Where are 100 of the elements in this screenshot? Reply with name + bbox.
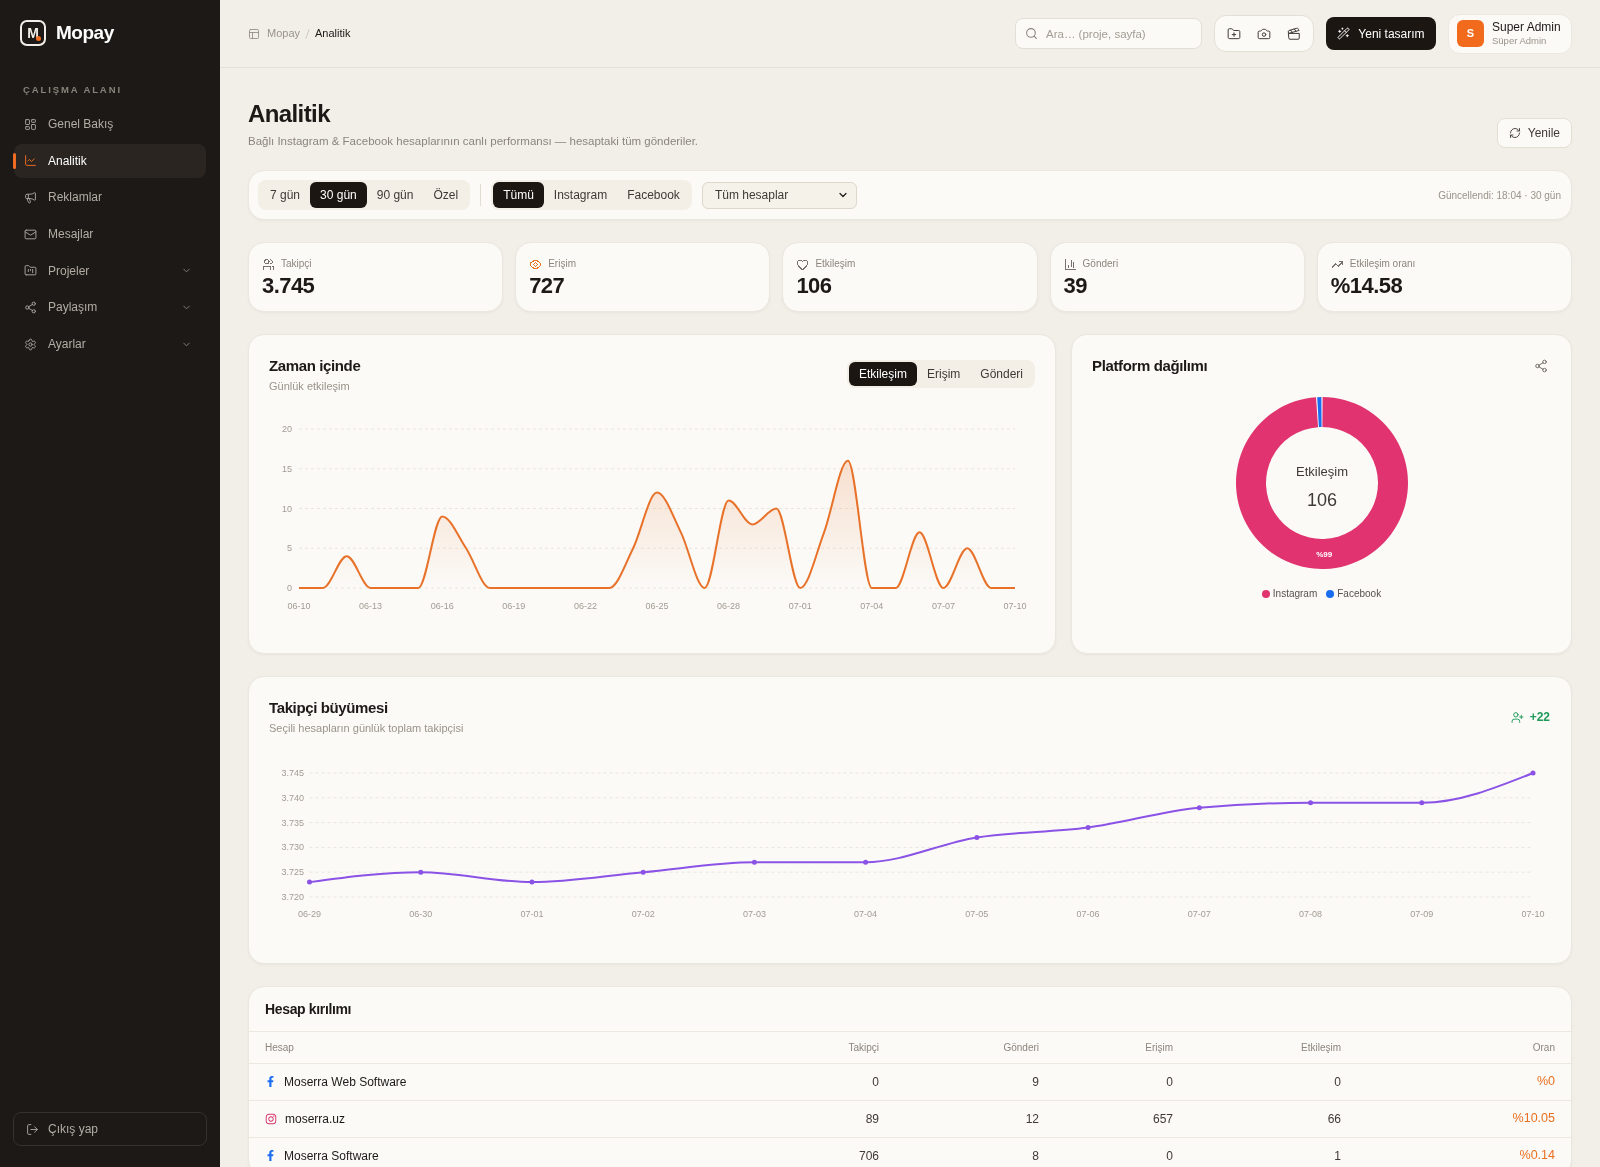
data-point — [529, 879, 535, 885]
axis-label: 07-05 — [965, 909, 989, 919]
growth-value: +22 — [1529, 709, 1550, 726]
metric-tab[interactable]: Gönderi — [970, 362, 1033, 386]
card-title: Takipçi büyümesi — [269, 698, 389, 718]
table-cell: 706 — [665, 1137, 879, 1167]
range-tab[interactable]: 90 gün — [366, 182, 424, 208]
logout-icon — [26, 1122, 39, 1136]
axis-label: 06-29 — [298, 909, 321, 919]
slice-label: %99 — [1315, 549, 1332, 559]
sidebar-item[interactable]: Reklamlar — [14, 180, 206, 215]
axis-label: 06-28 — [717, 601, 741, 611]
mail-icon — [24, 227, 37, 241]
refresh-icon — [1508, 127, 1521, 139]
user-menu[interactable]: S Super Admin Süper Admin — [1448, 13, 1572, 54]
table-cell: 12 — [879, 1100, 1039, 1137]
search-field[interactable]: Ara… (proje, sayfa) — [1015, 18, 1202, 49]
table-cell: 8 — [879, 1137, 1039, 1167]
platform-tab[interactable]: Tümü — [493, 182, 544, 208]
axis-label: 07-10 — [1521, 909, 1545, 919]
data-point — [974, 835, 980, 840]
account-name: Moserra Software — [284, 1147, 379, 1165]
sidebar-item[interactable]: Analitik — [14, 143, 206, 178]
axis-label: 15 — [282, 463, 292, 474]
axis-label: 07-06 — [1076, 909, 1100, 919]
sidebar-item[interactable]: Projeler — [14, 253, 206, 288]
sidebar-item[interactable]: Ayarlar — [14, 327, 206, 362]
platform-tab[interactable]: Facebook — [617, 182, 690, 208]
page-subtitle: Bağlı Instagram & Facebook hesaplarının canlı performansı — hesaptaki tüm gönderiler. — [248, 134, 699, 149]
sidebar-item[interactable]: Paylaşım — [14, 290, 206, 325]
folder-icon — [24, 264, 37, 278]
axis-label: 06-30 — [409, 909, 433, 919]
refresh-button[interactable]: Yenile — [1496, 118, 1572, 148]
axis-label: 07-07 — [1187, 909, 1211, 919]
data-point — [1308, 800, 1314, 806]
share-button[interactable] — [1533, 358, 1549, 374]
table-cell: %0.14 — [1341, 1137, 1571, 1167]
axis-label: 20 — [282, 424, 292, 434]
table-cell: 89 — [665, 1100, 879, 1137]
axis-label: 07-09 — [1410, 909, 1434, 919]
search-icon — [1025, 27, 1038, 40]
table-cell: 657 — [1039, 1100, 1173, 1137]
page-title: Analitik — [248, 100, 332, 128]
sidebar-item[interactable]: Mesajlar — [14, 217, 206, 252]
table-cell: 1 — [1173, 1137, 1341, 1167]
axis-label: 06-16 — [430, 601, 454, 611]
platform-tab[interactable]: Instagram — [543, 182, 618, 208]
stat-label: Takipçi — [281, 257, 312, 271]
range-tab[interactable]: Özel — [423, 182, 469, 208]
legend-label: Facebook — [1337, 587, 1382, 601]
data-point — [307, 879, 312, 885]
user-name: Super Admin — [1492, 20, 1561, 35]
legend-label: Instagram — [1272, 587, 1318, 601]
data-point — [1085, 825, 1091, 831]
stat-label: Etkileşim oranı — [1349, 257, 1416, 271]
section-label: ÇALIŞMA ALANI — [22, 84, 123, 96]
logo-mark: M — [20, 20, 46, 46]
layout-icon — [248, 27, 260, 40]
axis-label: 07-07 — [931, 601, 955, 611]
card-title: Zaman içinde — [269, 356, 361, 376]
stat-label: Erişim — [548, 257, 576, 271]
center-value: 106 — [1306, 490, 1337, 510]
logout-button[interactable]: Çıkış yap — [13, 1112, 207, 1146]
table-cell: %0 — [1341, 1063, 1571, 1100]
axis-label: 07-02 — [631, 909, 655, 919]
share-icon — [1534, 359, 1548, 373]
axis-label: 07-10 — [1003, 601, 1027, 611]
axis-label: 3.730 — [281, 842, 304, 853]
account-select[interactable]: Tüm hesaplar — [701, 181, 857, 209]
range-tab[interactable]: 7 gün — [260, 182, 311, 208]
facebook-icon — [265, 1076, 276, 1087]
card-subtitle: Seçili hesapların günlük toplam takipçisi — [269, 721, 464, 736]
axis-label: 3.720 — [281, 892, 304, 902]
settings-icon — [24, 337, 37, 351]
stat-value: 106 — [796, 273, 833, 299]
breadcrumb-item: Analitik — [315, 26, 351, 42]
clapperboard-icon — [1287, 26, 1301, 41]
new-design-button[interactable]: Yeni tasarım — [1326, 17, 1436, 50]
column-header: Oran — [1341, 1032, 1571, 1063]
share-icon — [24, 300, 37, 314]
card-title: Platform dağılımı — [1092, 356, 1208, 376]
instagram-icon — [265, 1112, 277, 1125]
data-point — [1419, 800, 1425, 806]
metric-tab[interactable]: Etkileşim — [848, 362, 917, 386]
range-tab[interactable]: 30 gün — [310, 182, 367, 208]
line-chart-icon — [24, 154, 37, 168]
axis-label: 10 — [282, 503, 292, 514]
stat-value: %14.58 — [1330, 273, 1404, 299]
sidebar-item[interactable]: Genel Bakış — [14, 107, 206, 141]
account-name: Moserra Web Software — [284, 1073, 407, 1091]
metric-tab[interactable]: Erişim — [916, 362, 971, 386]
axis-label: 07-08 — [1299, 909, 1323, 919]
axis-label: 3.725 — [281, 867, 304, 878]
table-cell: 66 — [1173, 1100, 1341, 1137]
magic-wand-icon — [1337, 27, 1351, 40]
dashboard-icon — [24, 117, 37, 131]
axis-label: 3.745 — [281, 768, 304, 778]
stat-value: 3.745 — [262, 273, 316, 299]
account-name: moserra.uz — [285, 1110, 346, 1128]
stat-value: 39 — [1063, 273, 1088, 299]
